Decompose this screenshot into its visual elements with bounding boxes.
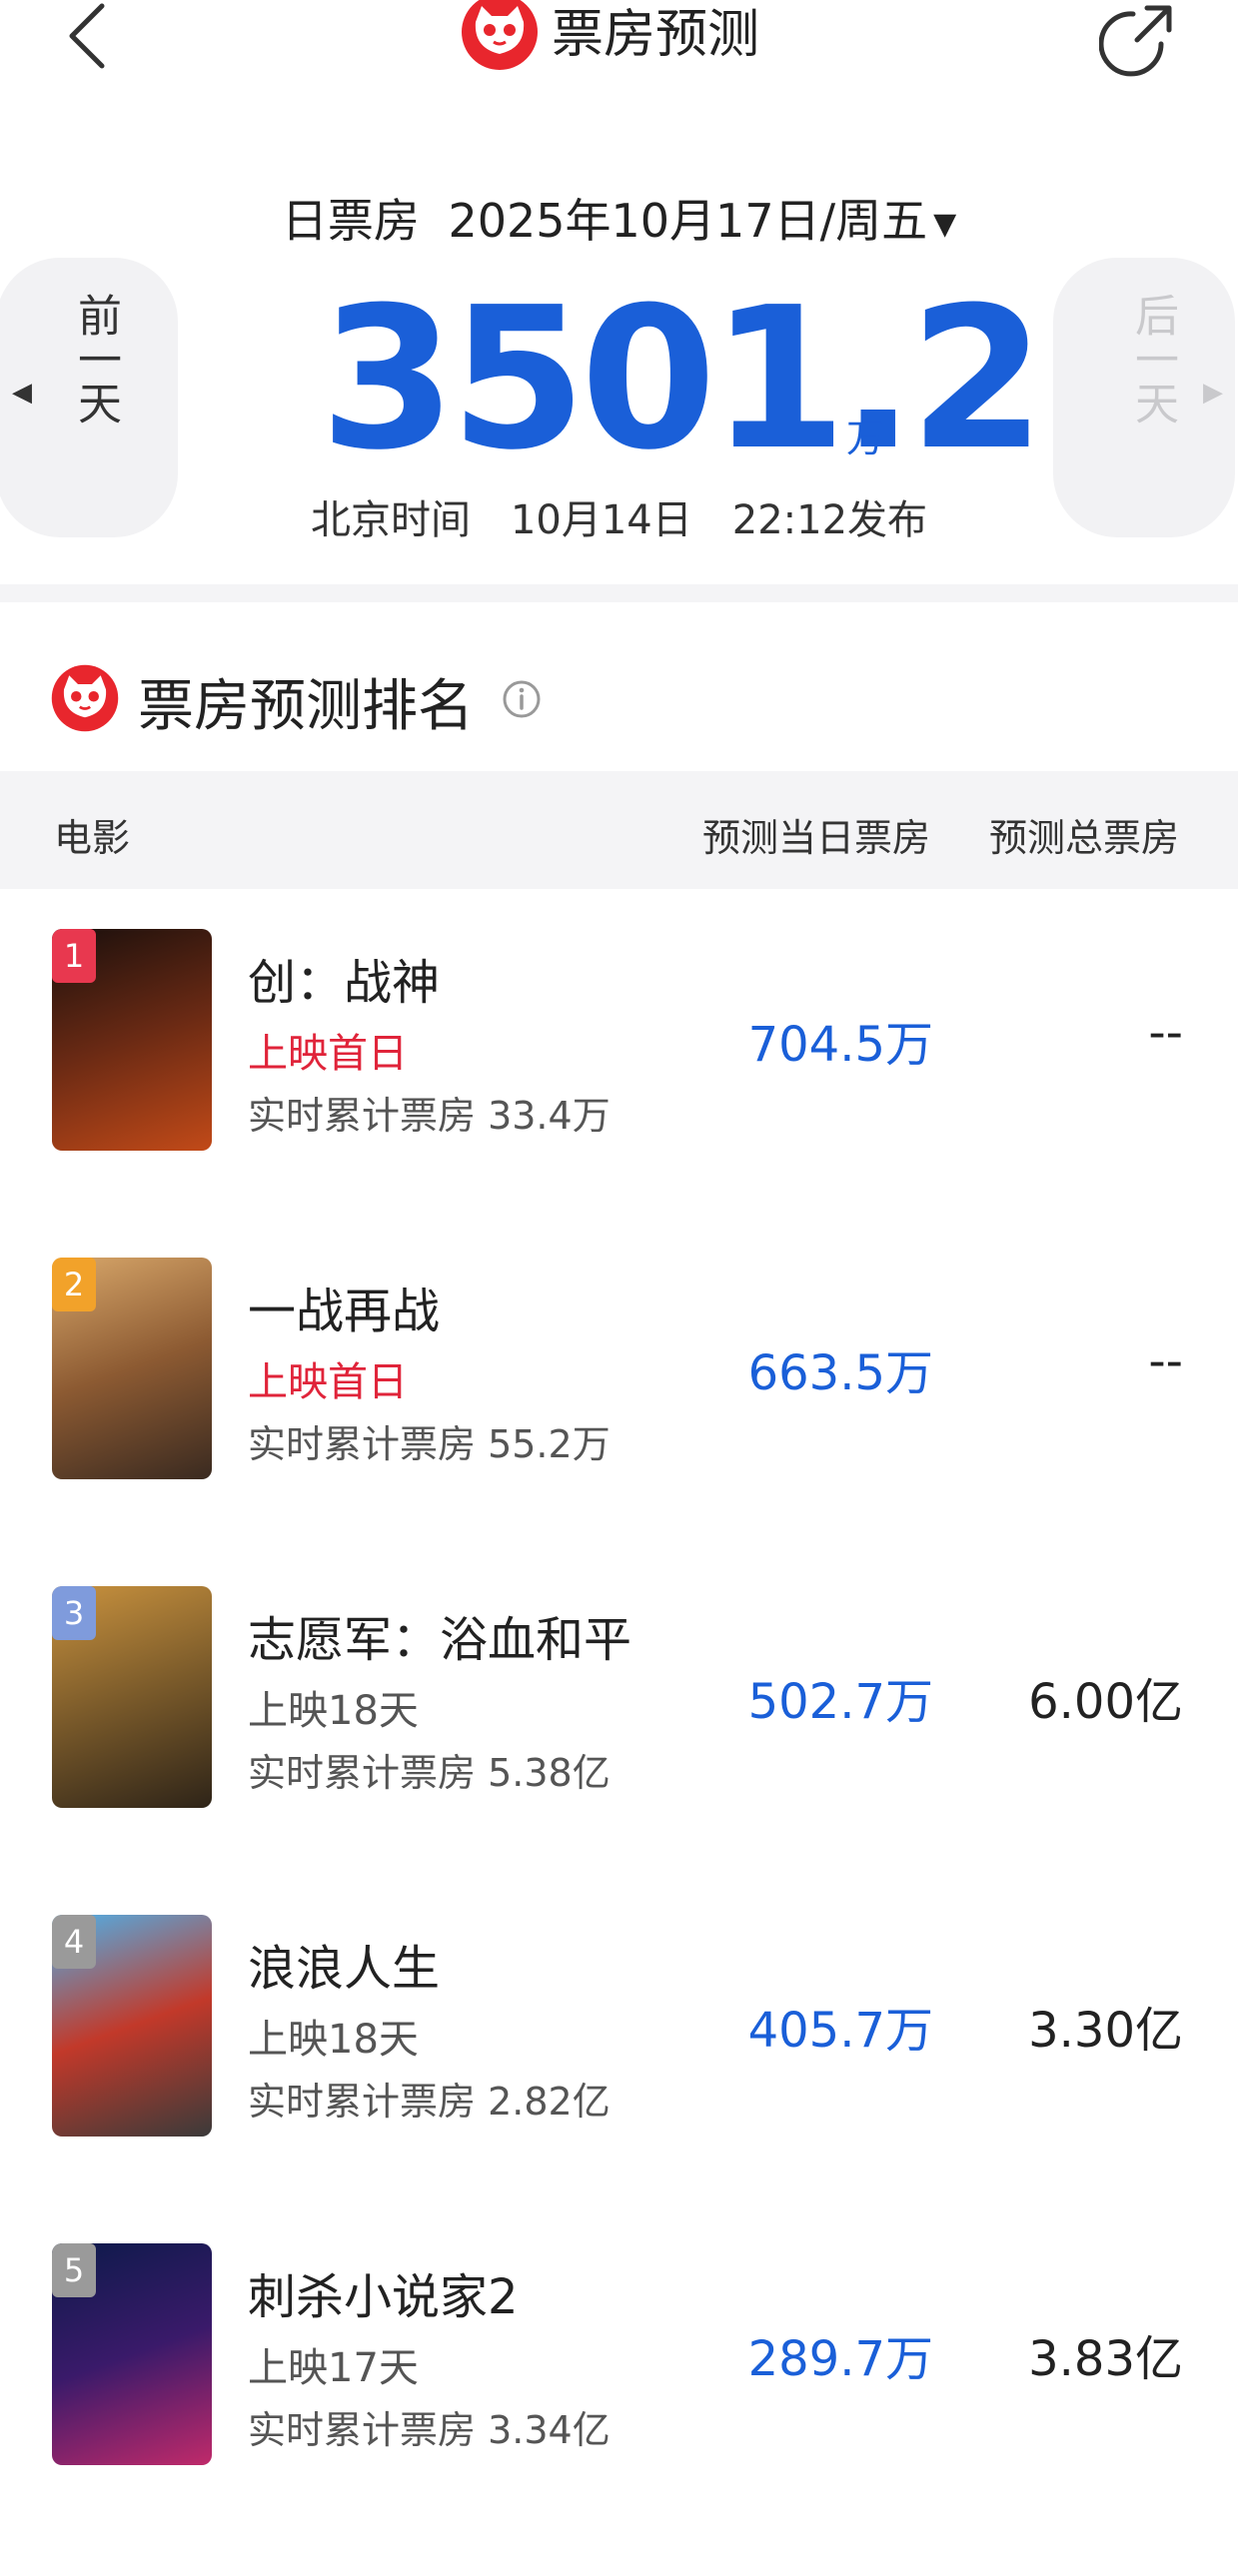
- release-status: 上映17天: [248, 2345, 419, 2391]
- date-selector[interactable]: 日票房 2025年10月17日/周五 ▼: [0, 185, 1238, 251]
- table-row[interactable]: 3 志愿军：浴血和平上映18天实时累计票房 5.38亿 502.7万 6.00亿: [0, 1574, 1238, 1874]
- rank-badge: 4: [52, 1915, 96, 1969]
- forecast-total-box-office: 3.30亿: [1028, 2003, 1183, 2059]
- release-status: 上映18天: [248, 2017, 419, 2063]
- left-triangle-icon: ◀: [12, 378, 32, 408]
- movie-poster[interactable]: 3: [52, 1586, 212, 1808]
- movie-name[interactable]: 志愿军：浴血和平: [248, 1600, 631, 1670]
- movie-poster[interactable]: 4: [52, 1915, 212, 2137]
- share-icon[interactable]: [1099, 0, 1177, 78]
- cumulative-box-office: 实时累计票房 3.34亿: [248, 2408, 611, 2452]
- table-row[interactable]: 4 浪浪人生上映18天实时累计票房 2.82亿 405.7万 3.30亿: [0, 1903, 1238, 2202]
- movie-name[interactable]: 浪浪人生: [248, 1929, 440, 1999]
- box-office-unit: 万: [846, 417, 885, 460]
- rank-badge: 5: [52, 2243, 96, 2297]
- cumulative-box-office: 实时累计票房 33.4万: [248, 1094, 611, 1138]
- movie-poster[interactable]: 5: [52, 2243, 212, 2465]
- movie-name[interactable]: 刺杀小说家2: [248, 2257, 519, 2327]
- back-arrow-icon[interactable]: [62, 0, 122, 72]
- movie-poster[interactable]: 2: [52, 1258, 212, 1479]
- table-row[interactable]: 1 创：战神上映首日实时累计票房 33.4万 704.5万 --: [0, 917, 1238, 1217]
- column-header-day-forecast[interactable]: 预测当日票房: [702, 807, 930, 862]
- date-value: 2025年10月17日/周五: [448, 194, 928, 248]
- table-row[interactable]: 5 刺杀小说家2 上映17天实时累计票房 3.34亿 289.7万 3.83亿: [0, 2231, 1238, 2531]
- dropdown-triangle-icon: ▼: [933, 207, 957, 242]
- daily-box-office-value: 3501.2: [320, 266, 1045, 493]
- ranking-title: 票房预测排名: [138, 674, 474, 739]
- cumulative-box-office: 实时累计票房 5.38亿: [248, 1751, 611, 1795]
- release-status: 上映首日: [248, 1359, 408, 1405]
- rank-badge: 2: [52, 1258, 96, 1311]
- cumulative-box-office: 实时累计票房 55.2万: [248, 1422, 611, 1466]
- column-header-movie: 电影: [54, 816, 131, 860]
- forecast-day-box-office: 663.5万: [747, 1345, 933, 1401]
- forecast-day-box-office: 405.7万: [747, 2003, 933, 2059]
- forecast-total-box-office: 3.83亿: [1028, 2331, 1183, 2387]
- page-title: 票房预测: [552, 5, 760, 65]
- release-status: 上映首日: [248, 1031, 408, 1077]
- table-row[interactable]: 2 一战再战上映首日实时累计票房 55.2万 663.5万 --: [0, 1246, 1238, 1545]
- rank-badge: 3: [52, 1586, 96, 1640]
- forecast-total-box-office: --: [1148, 1333, 1183, 1389]
- date-prefix: 日票房: [281, 194, 420, 248]
- movie-name[interactable]: 一战再战: [248, 1272, 440, 1341]
- cumulative-box-office: 实时累计票房 2.82亿: [248, 2080, 611, 2124]
- forecast-day-box-office: 704.5万: [747, 1017, 933, 1073]
- prev-day-label: 前一天: [70, 293, 121, 425]
- cat-logo-icon: [462, 0, 538, 70]
- rank-badge: 1: [52, 929, 96, 983]
- forecast-day-box-office: 289.7万: [747, 2331, 933, 2387]
- movie-name[interactable]: 创：战神: [248, 943, 440, 1013]
- release-status: 上映18天: [248, 1688, 419, 1734]
- forecast-total-box-office: --: [1148, 1005, 1183, 1061]
- forecast-total-box-office: 6.00亿: [1028, 1674, 1183, 1730]
- column-header-total-forecast[interactable]: 预测总票房: [989, 807, 1179, 862]
- publish-time: 北京时间 10月14日 22:12发布: [310, 497, 928, 543]
- forecast-day-box-office: 502.7万: [747, 1674, 933, 1730]
- right-triangle-icon: ▶: [1203, 378, 1223, 408]
- movie-poster[interactable]: 1: [52, 929, 212, 1151]
- cat-logo-icon: [51, 664, 119, 732]
- next-day-label: 后一天: [1127, 293, 1178, 425]
- info-icon[interactable]: [502, 679, 542, 719]
